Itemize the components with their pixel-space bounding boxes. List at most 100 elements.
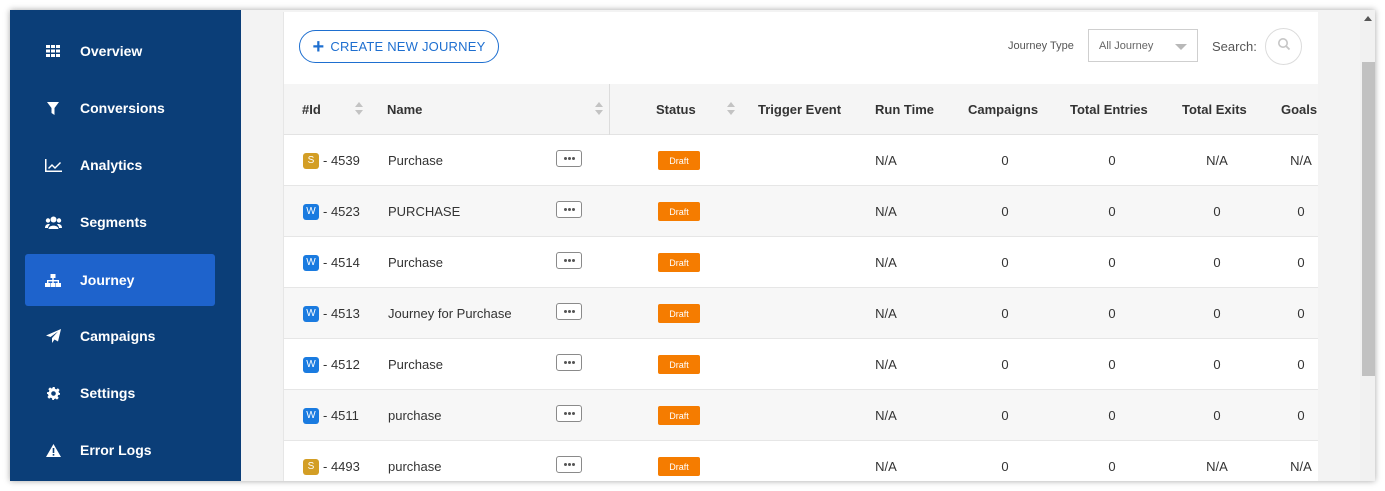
journey-type-value: All Journey [1099, 39, 1154, 52]
column-header-label: Name [387, 102, 423, 117]
plus-icon: + [312, 35, 325, 58]
total-exits-cell: 0 [1213, 357, 1221, 372]
journey-type-badge: W [303, 203, 319, 220]
paper-plane-icon [42, 328, 64, 344]
ellipsis-icon [563, 157, 575, 160]
sidebar-item-analytics[interactable]: Analytics [25, 139, 215, 191]
column-header-id[interactable]: #Id [302, 84, 321, 135]
ellipsis-icon [563, 208, 575, 211]
status-badge: Draft [658, 304, 700, 323]
total-entries-cell: 0 [1108, 255, 1116, 270]
journey-list-panel: + CREATE NEW JOURNEY Journey Type All Jo… [283, 12, 1318, 481]
id-cell: W - 4512 [303, 339, 360, 390]
create-button-label: CREATE NEW JOURNEY [330, 39, 486, 54]
journey-id: - 4513 [323, 306, 360, 321]
total-entries-cell: 0 [1108, 459, 1116, 474]
sidebar-item-conversions[interactable]: Conversions [25, 82, 215, 134]
total-exits-cell: N/A [1206, 459, 1228, 474]
status-badge: Draft [658, 253, 700, 272]
table-row[interactable]: W - 4523 PURCHASE Draft N/A 0 0 0 0 [284, 186, 1318, 237]
column-header-total-entries: Total Entries [1070, 84, 1148, 135]
campaigns-cell: 0 [1001, 204, 1009, 219]
total-exits-cell: 0 [1213, 255, 1221, 270]
column-header-campaigns: Campaigns [968, 84, 1038, 135]
table-row[interactable]: S - 4493 purchase Draft N/A 0 0 N/A N/A [284, 441, 1318, 481]
run-time-cell: N/A [875, 306, 897, 321]
more-options-button[interactable] [556, 252, 582, 269]
sort-icon[interactable] [595, 102, 603, 116]
goals-cell: 0 [1297, 357, 1305, 372]
chevron-down-icon [1175, 44, 1187, 50]
journey-name[interactable]: Purchase [388, 135, 443, 186]
sidebar-item-journey[interactable]: Journey [25, 254, 215, 306]
journey-name[interactable]: Purchase [388, 237, 443, 288]
sort-icon[interactable] [727, 102, 735, 116]
journey-id: - 4512 [323, 357, 360, 372]
journey-type-badge: W [303, 254, 319, 271]
goals-cell: N/A [1290, 153, 1312, 168]
journey-type-badge: S [303, 152, 319, 169]
line-chart-icon [42, 157, 64, 173]
journey-type-select[interactable]: All Journey [1088, 29, 1198, 62]
journey-type-badge: W [303, 305, 319, 322]
status-badge: Draft [658, 151, 700, 170]
column-header-label: Campaigns [968, 102, 1039, 117]
campaigns-cell: 0 [1001, 459, 1009, 474]
campaigns-cell: 0 [1001, 357, 1009, 372]
table-row[interactable]: W - 4514 Purchase Draft N/A 0 0 0 0 [284, 237, 1318, 288]
campaigns-cell: 0 [1001, 255, 1009, 270]
scroll-up-arrow-icon[interactable] [1364, 16, 1372, 21]
search-label: Search: [1212, 39, 1257, 54]
table-row[interactable]: S - 4539 Purchase Draft N/A 0 0 N/A N/A [284, 135, 1318, 186]
more-options-button[interactable] [556, 405, 582, 422]
scrollbar[interactable] [1360, 10, 1375, 481]
more-options-button[interactable] [556, 354, 582, 371]
sidebar-item-settings[interactable]: Settings [25, 367, 215, 419]
journey-name[interactable]: Journey for Purchase [388, 288, 512, 339]
sidebar-item-label: Error Logs [80, 442, 152, 458]
id-cell: W - 4513 [303, 288, 360, 339]
column-header-label: #Id [302, 102, 321, 117]
more-options-button[interactable] [556, 201, 582, 218]
id-cell: W - 4523 [303, 186, 360, 237]
journey-name[interactable]: purchase [388, 390, 441, 441]
journey-name[interactable]: PURCHASE [388, 186, 460, 237]
column-header-label: Total Exits [1182, 102, 1247, 117]
create-new-journey-button[interactable]: + CREATE NEW JOURNEY [299, 30, 499, 63]
table-row[interactable]: W - 4513 Journey for Purchase Draft N/A 0 0 0 0 [284, 288, 1318, 339]
table-row[interactable]: W - 4511 purchase Draft N/A 0 0 0 0 [284, 390, 1318, 441]
column-header-label: Trigger Event [758, 102, 842, 117]
column-header-status[interactable]: Status [656, 84, 696, 135]
scrollbar-thumb[interactable] [1362, 62, 1375, 376]
status-badge: Draft [658, 457, 700, 476]
sidebar-item-error-logs[interactable]: Error Logs [25, 424, 215, 476]
sitemap-icon [42, 272, 64, 288]
column-divider [609, 84, 610, 135]
sort-icon[interactable] [355, 102, 363, 116]
sidebar-item-label: Analytics [80, 157, 143, 173]
column-header-label: Status [656, 102, 696, 117]
journey-type-badge: W [303, 356, 319, 373]
goals-cell: 0 [1297, 204, 1305, 219]
journey-name[interactable]: Purchase [388, 339, 443, 390]
total-exits-cell: 0 [1213, 408, 1221, 423]
total-exits-cell: 0 [1213, 306, 1221, 321]
status-badge: Draft [658, 202, 700, 221]
more-options-button[interactable] [556, 150, 582, 167]
more-options-button[interactable] [556, 303, 582, 320]
users-icon [42, 214, 64, 230]
sidebar-item-overview[interactable]: Overview [25, 25, 215, 77]
sidebar: Overview Conversions Analytics Segments … [10, 10, 241, 481]
toolbar: + CREATE NEW JOURNEY Journey Type All Jo… [284, 12, 1318, 84]
column-header-name[interactable]: Name [387, 84, 422, 135]
sidebar-item-label: Campaigns [80, 328, 156, 344]
sidebar-item-segments[interactable]: Segments [25, 196, 215, 248]
column-header-goals: Goals [1281, 84, 1317, 135]
table-row[interactable]: W - 4512 Purchase Draft N/A 0 0 0 0 [284, 339, 1318, 390]
sidebar-item-campaigns[interactable]: Campaigns [25, 310, 215, 362]
sidebar-item-label: Overview [80, 43, 143, 59]
more-options-button[interactable] [556, 456, 582, 473]
search-button[interactable] [1265, 28, 1302, 65]
journey-id: - 4539 [323, 153, 360, 168]
journey-name[interactable]: purchase [388, 441, 441, 481]
